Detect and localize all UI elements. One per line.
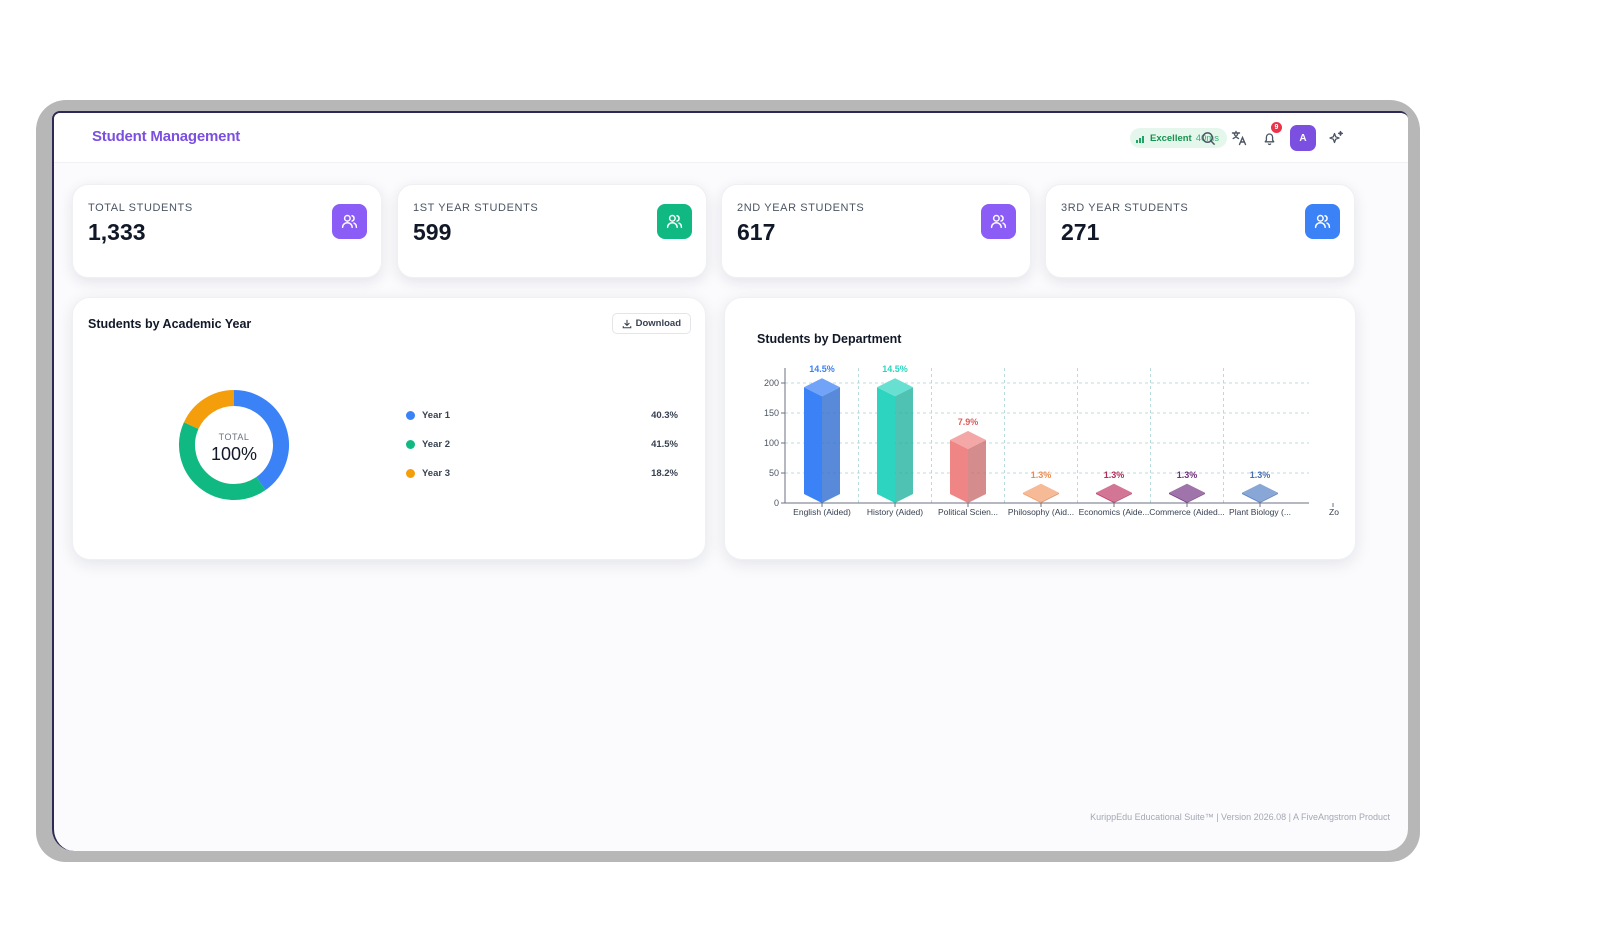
panel-title: Students by Department	[757, 332, 902, 346]
x-tick-label: Political Scien...	[938, 507, 998, 517]
donut-center-value: 100%	[211, 444, 257, 464]
bar-plant-biology[interactable]	[1242, 483, 1278, 503]
bar-value-label: 1.3%	[1031, 470, 1052, 480]
stat-label: 2ND YEAR STUDENTS	[737, 202, 865, 214]
users-icon	[332, 204, 367, 239]
users-icon	[1305, 204, 1340, 239]
download-button[interactable]: Download	[611, 313, 691, 334]
stat-value: 271	[1061, 219, 1100, 245]
legend-value: 41.5%	[651, 438, 678, 450]
y-tick-label: 150	[764, 408, 779, 418]
download-icon	[622, 319, 631, 328]
legend-value: 40.3%	[651, 409, 678, 421]
stat-card-3rd-year-students[interactable]: 3RD YEAR STUDENTS 271	[1045, 184, 1355, 278]
bar-history-aided[interactable]	[877, 378, 913, 503]
x-tick-label: Economics (Aide...	[1079, 507, 1150, 517]
bar-political-scien[interactable]	[950, 431, 986, 503]
stat-label: 3RD YEAR STUDENTS	[1061, 202, 1189, 214]
x-tick-label: Commerce (Aided...	[1149, 507, 1225, 517]
users-icon	[657, 204, 692, 239]
signal-icon	[1136, 134, 1144, 143]
stat-value: 599	[413, 219, 452, 245]
bar-value-label: 1.3%	[1177, 470, 1198, 480]
app-window: Student Management Excellent 40ms 9 A TO…	[52, 111, 1408, 851]
top-bar: Student Management Excellent 40ms 9 A	[54, 113, 1408, 163]
sparkle-icon[interactable]	[1325, 127, 1347, 149]
legend-dot	[406, 468, 415, 478]
legend-item-year-1[interactable]: Year 1 40.3%	[406, 408, 678, 422]
stat-value: 1,333	[88, 219, 146, 245]
notification-count-badge: 9	[1271, 122, 1282, 133]
connection-quality: Excellent	[1150, 132, 1192, 144]
bar-english-aided[interactable]	[804, 378, 840, 503]
donut-center-label: TOTAL	[219, 432, 250, 442]
legend-label: Year 2	[422, 438, 450, 450]
bar-value-label: 14.5%	[809, 364, 835, 374]
avatar[interactable]: A	[1290, 125, 1316, 151]
department-bar-chart: 0 50 100 150 200 English (Aided) 14.5% History …	[764, 364, 1339, 517]
legend-dot	[406, 410, 415, 420]
chart-grid	[781, 368, 1334, 507]
legend-label: Year 3	[422, 467, 450, 479]
stat-label: TOTAL STUDENTS	[88, 202, 193, 214]
stat-card-total-students[interactable]: TOTAL STUDENTS 1,333	[72, 184, 382, 278]
x-tick-label: Zo	[1329, 507, 1339, 517]
app-title: Student Management	[92, 128, 241, 145]
academic-year-panel: Students by Academic Year Download TOTAL…	[72, 297, 706, 560]
bar-value-label: 1.3%	[1250, 470, 1271, 480]
users-icon	[981, 204, 1016, 239]
donut-slice-year-3[interactable]	[183, 390, 235, 430]
legend-item-year-3[interactable]: Year 3 18.2%	[406, 466, 678, 480]
stat-value: 617	[737, 219, 776, 245]
x-tick-label: History (Aided)	[867, 507, 923, 517]
stat-label: 1ST YEAR STUDENTS	[413, 202, 539, 214]
legend-item-year-2[interactable]: Year 2 41.5%	[406, 437, 678, 451]
footer-version-text: KurippEdu Educational Suite™ | Version 2…	[1090, 812, 1390, 822]
stat-card-1st-year-students[interactable]: 1ST YEAR STUDENTS 599	[397, 184, 707, 278]
y-tick-label: 100	[764, 438, 779, 448]
bar-philosophy-aid[interactable]	[1023, 483, 1059, 503]
translate-icon[interactable]	[1228, 127, 1250, 149]
bar-value-label: 14.5%	[882, 364, 908, 374]
bar-value-label: 7.9%	[958, 417, 979, 427]
donut-chart: TOTAL 100%	[179, 390, 289, 500]
bar-value-label: 1.3%	[1104, 470, 1125, 480]
download-label: Download	[635, 318, 681, 329]
bar-economics-aide[interactable]	[1096, 483, 1132, 503]
y-tick-label: 0	[774, 498, 779, 508]
y-tick-label: 50	[769, 468, 779, 478]
y-tick-label: 200	[764, 378, 779, 388]
legend-label: Year 1	[422, 409, 450, 421]
search-icon[interactable]	[1197, 127, 1219, 149]
bell-icon[interactable]: 9	[1258, 122, 1282, 149]
department-panel: Students by Department 0 50 100 150 200 Engli…	[724, 297, 1356, 560]
x-tick-label: Philosophy (Aid...	[1008, 507, 1074, 517]
stat-card-2nd-year-students[interactable]: 2ND YEAR STUDENTS 617	[721, 184, 1031, 278]
x-tick-label: English (Aided)	[793, 507, 851, 517]
legend-dot	[406, 439, 415, 449]
panel-title: Students by Academic Year	[88, 317, 252, 331]
legend-value: 18.2%	[651, 467, 678, 479]
bar-commerce-aided[interactable]	[1169, 483, 1205, 503]
x-tick-label: Plant Biology (...	[1229, 507, 1291, 517]
